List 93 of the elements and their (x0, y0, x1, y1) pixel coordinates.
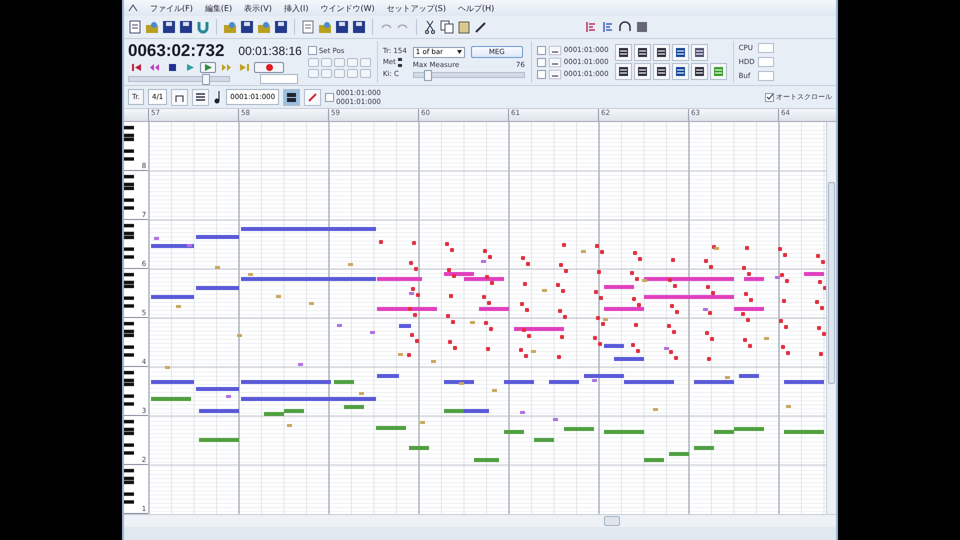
panel-icon (694, 47, 705, 58)
tool-button[interactable] (192, 88, 210, 106)
menu-item[interactable]: ヘルプ(H) (458, 2, 494, 14)
panel-icon (656, 66, 667, 77)
music-note-icon[interactable] (213, 90, 222, 104)
align-left-icon[interactable] (601, 20, 615, 34)
record-button[interactable] (254, 62, 284, 72)
scroll-thumb[interactable] (604, 516, 620, 526)
time-display: 00:01:38:16 (238, 44, 302, 58)
position-display: 0063:02:732 (128, 40, 224, 60)
record-icon[interactable] (266, 64, 272, 70)
view-button[interactable] (614, 63, 632, 80)
checkbox[interactable] (765, 92, 774, 102)
locator-icon[interactable] (548, 58, 561, 66)
monitor-meter (758, 71, 774, 81)
view-button[interactable] (652, 44, 670, 61)
skip-start-icon[interactable] (132, 64, 140, 70)
panel-icon (618, 66, 629, 77)
stop-icon[interactable] (168, 64, 176, 70)
marker-pad-button[interactable] (360, 58, 371, 67)
piano-roll-drawing[interactable] (148, 122, 826, 514)
checkbox[interactable] (536, 70, 546, 78)
checkbox[interactable] (536, 46, 546, 54)
marker-pad-button[interactable] (320, 69, 332, 78)
vertical-scrollbar[interactable] (826, 122, 836, 514)
checkbox[interactable] (536, 58, 546, 66)
save-icon[interactable] (352, 20, 366, 34)
panel-icon (286, 92, 298, 102)
panel-icon (656, 47, 667, 58)
save-icon[interactable] (162, 20, 176, 34)
view-button[interactable] (614, 44, 632, 61)
slider-thumb[interactable] (424, 70, 432, 81)
panel-icon (674, 47, 686, 58)
marker-pad-button[interactable] (308, 69, 319, 78)
marker-pad-button[interactable] (334, 58, 345, 67)
panel-icon (636, 66, 648, 77)
menu-item[interactable]: 表示(V) (244, 2, 272, 14)
slider-thumb[interactable] (202, 74, 210, 84)
save-icon[interactable] (274, 20, 288, 34)
scroll-thumb[interactable] (828, 182, 835, 384)
panel-icon (694, 66, 705, 77)
rewind-icon[interactable] (150, 64, 158, 70)
menu-item[interactable]: 挿入(I) (284, 2, 308, 14)
dropdown-caret-icon (456, 50, 462, 54)
menu-item[interactable]: ウインドウ(W) (320, 2, 375, 14)
view-button[interactable] (672, 63, 689, 80)
view-button[interactable] (652, 63, 670, 80)
panel-icon (618, 47, 629, 58)
marker-pad-button[interactable] (320, 58, 332, 67)
locator-icon[interactable] (548, 70, 561, 78)
value-field[interactable] (260, 74, 298, 84)
panel-icon (674, 66, 686, 77)
monitor-meter (758, 43, 774, 53)
panel-icon (712, 66, 724, 77)
marker-pad-button[interactable] (346, 69, 358, 78)
tool-button[interactable] (283, 88, 300, 106)
checkmark-icon (766, 94, 772, 100)
scissors-icon[interactable] (423, 20, 437, 34)
save-icon[interactable] (335, 20, 349, 34)
play-icon[interactable] (204, 64, 212, 70)
paste-icon[interactable] (457, 20, 471, 34)
play-toggle-button[interactable] (200, 62, 216, 72)
view-button[interactable] (690, 63, 708, 80)
monitor-meter (758, 57, 774, 67)
play-icon[interactable] (186, 64, 194, 70)
pencil-icon[interactable] (474, 20, 488, 34)
new-file-icon[interactable] (128, 20, 142, 34)
list-icon (195, 92, 206, 102)
horizontal-scrollbar[interactable] (124, 514, 836, 527)
save-icon[interactable] (179, 20, 193, 34)
document-icon[interactable] (301, 20, 315, 34)
panel-icon (636, 47, 648, 58)
align-left-icon[interactable] (584, 20, 598, 34)
menu-item[interactable]: ファイル(F) (150, 2, 193, 14)
marker-pad-button[interactable] (346, 58, 358, 67)
marker-pad-button[interactable] (308, 58, 319, 67)
locator-icon[interactable] (548, 46, 561, 54)
save-icon[interactable] (240, 20, 254, 34)
marker-pad-button[interactable] (360, 69, 371, 78)
tool-button[interactable] (171, 88, 188, 106)
copy-icon[interactable] (440, 20, 454, 34)
marker-pad-button[interactable] (334, 69, 345, 78)
headphones-icon[interactable] (618, 20, 632, 34)
view-button[interactable] (634, 44, 651, 61)
view-button[interactable] (634, 63, 651, 80)
checkbox[interactable] (325, 92, 334, 102)
view-button[interactable] (672, 44, 689, 61)
view-button[interactable] (690, 44, 708, 61)
measure-slider[interactable] (412, 72, 525, 78)
menu-item[interactable]: 編集(E) (204, 2, 232, 14)
pencil-icon (307, 92, 318, 102)
checkbox[interactable] (308, 46, 317, 55)
menu-item[interactable]: セットアップ(S) (386, 2, 446, 14)
